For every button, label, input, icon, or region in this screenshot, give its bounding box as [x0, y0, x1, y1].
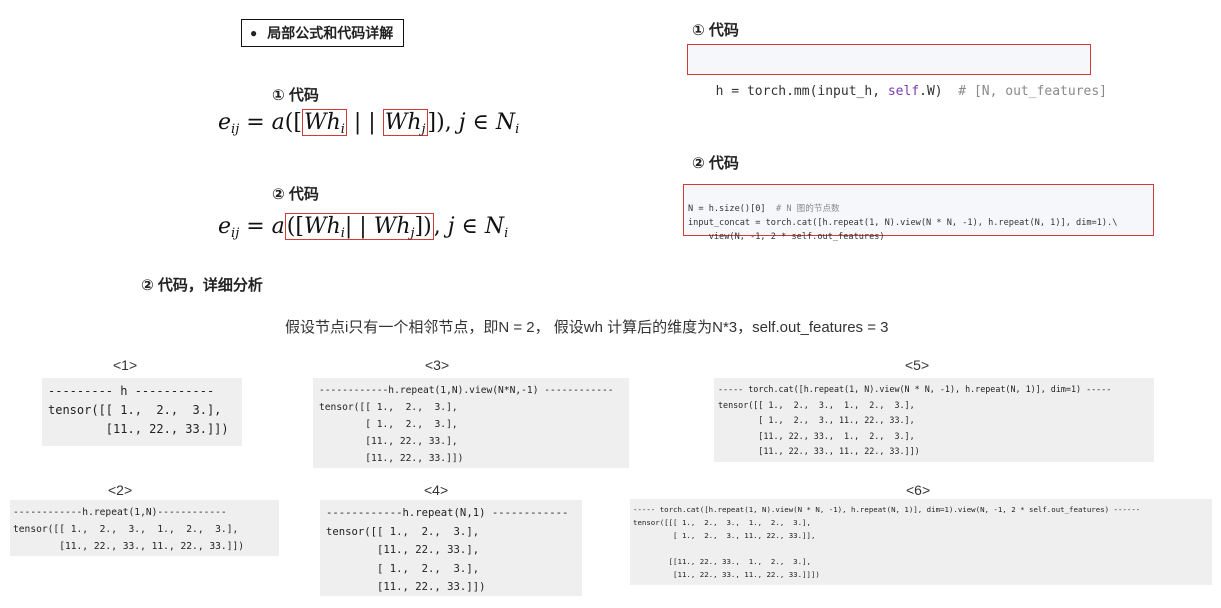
block-3-title: <3> [425, 357, 450, 373]
tensor-block-2: ------------h.repeat(1,N)------------ ten… [10, 500, 279, 556]
block-5-line: [11., 22., 33., 11., 22., 33.]]) [718, 446, 920, 456]
tensor-block-3: ------------h.repeat(1,N).view(N*N,-1) -… [313, 378, 629, 468]
block-2-title: <2> [108, 482, 133, 498]
block-5-line: [11., 22., 33., 1., 2., 3.], [718, 430, 915, 441]
section-heading-box: ● 局部公式和代码详解 [241, 19, 405, 47]
block-5-line: ----- torch.cat([h.repeat(1, N).view(N *… [718, 384, 1112, 394]
block-3-line: [11., 22., 33.]]) [319, 453, 464, 464]
block-1-title: <1> [113, 357, 138, 373]
block-3-line: ------------h.repeat(1,N).view(N*N,-1) -… [319, 385, 614, 396]
tensor-block-4: ------------h.repeat(N,1) ------------ te… [320, 500, 582, 596]
assumption-text: 假设节点i只有一个相邻节点，即N = 2， 假设wh 计算后的维度为N*3，se… [285, 319, 889, 336]
block-2-line: ------------h.repeat(1,N)------------ [13, 507, 227, 518]
tensor-block-5: ----- torch.cat([h.repeat(1, N).view(N *… [714, 378, 1154, 462]
block-3-line: [11., 22., 33.], [319, 436, 458, 447]
code2-line-3: view(N, -1, 2 * self.out_features) [688, 232, 885, 242]
left-code-label-1: ① 代码 [272, 87, 319, 104]
tensor-block-1: --------- h ----------- tensor([[ 1., 2.,… [42, 378, 242, 446]
code2-line-2: input_concat = torch.cat([h.repeat(1, N)… [688, 218, 1118, 228]
block-1-line: [11., 22., 33.]]) [48, 422, 229, 436]
block-4-title: <4> [424, 482, 449, 498]
block-6-title: <6> [906, 482, 931, 498]
code1-comment: # [N, out_features] [958, 84, 1108, 99]
analysis-label: ② 代码，详细分析 [141, 277, 263, 294]
block-5-line: tensor([[ 1., 2., 3., 1., 2., 3.], [718, 399, 915, 410]
block-2-line: tensor([[ 1., 2., 3., 1., 2., 3.], [13, 524, 239, 535]
formula-2: eij = a([Whi| | Whj]), j ∈ Ni [218, 213, 509, 241]
right-code-label-1: ① 代码 [692, 22, 739, 39]
block-6-line: ----- torch.cat([h.repeat(1, N).view(N *… [633, 505, 1141, 514]
tensor-block-6: ----- torch.cat([h.repeat(1, N).view(N *… [630, 499, 1212, 585]
block-6-line: [11., 22., 33., 11., 22., 33.]]]) [633, 570, 820, 579]
block-4-line: [11., 22., 33.], [326, 544, 480, 556]
block-6-line: [[11., 22., 33., 1., 2., 3.], [633, 557, 811, 566]
right-code-label-2: ② 代码 [692, 155, 739, 172]
code-snippet-1: h = torch.mm(input_h, self.W) # [N, out_… [687, 44, 1107, 99]
block-1-line: --------- h ----------- [48, 384, 215, 398]
block-4-line: [ 1., 2., 3.], [326, 562, 480, 575]
code1-keyword: self [887, 84, 920, 99]
block-6-line: [ 1., 2., 3., 11., 22., 33.]], [633, 531, 816, 540]
section-title: 局部公式和代码详解 [267, 25, 394, 41]
block-3-line: tensor([[ 1., 2., 3.], [319, 402, 458, 413]
code-snippet-2: N = h.size()[0] # N 图的节点数 input_concat = … [683, 184, 1154, 242]
formula-2-highlight-concat: ([Whi| | Whj]) [284, 213, 434, 241]
block-6-line [633, 542, 1212, 555]
code1-prefix: h = torch.mm(input_h, [715, 84, 888, 99]
code2-line-1-comment: # N 图的节点数 [775, 204, 840, 214]
block-6-line: tensor([[[ 1., 2., 3., 1., 2., 3.], [633, 518, 811, 527]
formula-1-highlight-wh-i: Whi [301, 109, 347, 137]
code2-line-1: N = h.size()[0] # N 图的节点数 [688, 202, 1153, 216]
code2-line-1-code: N = h.size()[0] [688, 204, 776, 214]
block-1-line: tensor([[ 1., 2., 3.], [48, 403, 222, 417]
left-code-label-2: ② 代码 [272, 186, 319, 203]
bullet-icon: ● [250, 26, 258, 40]
block-4-line: [11., 22., 33.]]) [326, 581, 486, 593]
block-5-title: <5> [905, 357, 930, 373]
block-2-line: [11., 22., 33., 11., 22., 33.]]) [13, 541, 245, 552]
block-4-line: ------------h.repeat(N,1) ------------ [326, 507, 569, 519]
block-5-line: [ 1., 2., 3., 11., 22., 33.], [718, 415, 915, 425]
formula-1: eij = a([Whi | | Whj]), j ∈ Ni [218, 109, 520, 137]
formula-1-highlight-wh-j: Whj [382, 109, 428, 137]
code1-suffix: .W) [919, 84, 959, 99]
block-4-line: tensor([[ 1., 2., 3.], [326, 525, 480, 538]
block-3-line: [ 1., 2., 3.], [319, 419, 458, 430]
